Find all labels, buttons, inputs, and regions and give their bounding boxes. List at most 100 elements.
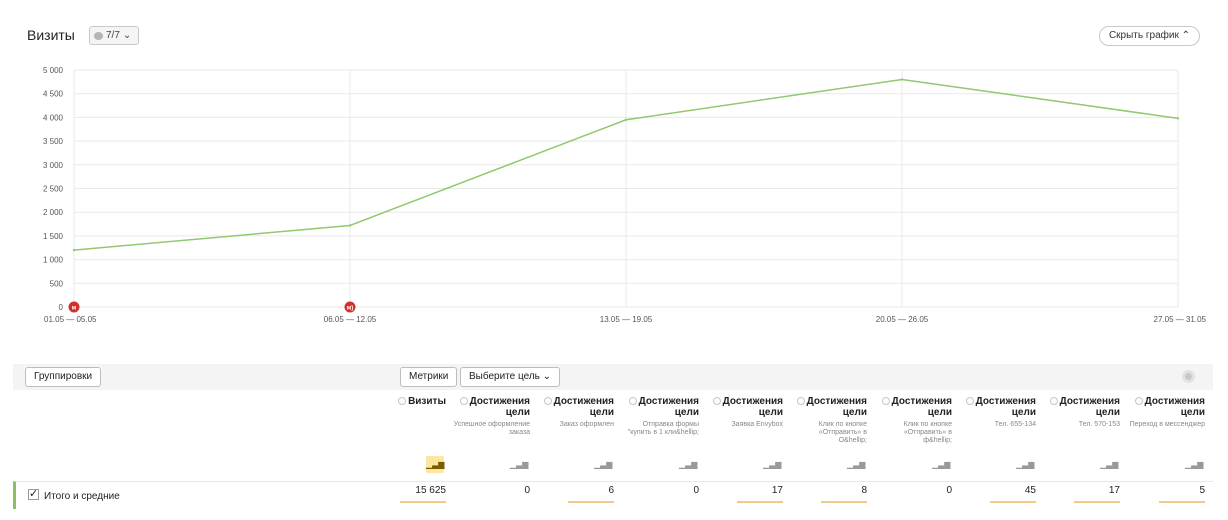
help-icon[interactable] (796, 397, 805, 405)
y-tick-label: 500 (50, 279, 64, 288)
column-header[interactable]: Достижения цели Успешное оформление заказ… (452, 396, 530, 437)
help-icon[interactable] (459, 397, 468, 405)
column-subtitle: Переход в мессенджер (1129, 421, 1205, 428)
y-tick-label: 2 000 (43, 208, 64, 217)
column-header[interactable]: Визиты (368, 396, 446, 407)
total-value: 45 (1024, 485, 1036, 496)
x-tick-label: 20.05 — 26.05 (876, 315, 929, 324)
column-subtitle: Тел. 655-134 (994, 421, 1036, 428)
total-value: 17 (1108, 485, 1120, 496)
column-header[interactable]: Достижения цели Клик по кнопке «Отправить… (874, 396, 952, 445)
help-icon[interactable] (712, 397, 721, 405)
chevron-down-icon: ⌄ (542, 371, 552, 382)
hide-chart-label: Скрыть график (1108, 30, 1179, 41)
value-bar (568, 501, 614, 503)
column-header[interactable]: Достижения цели Заявка Envybox (705, 396, 783, 429)
total-value: 0 (524, 485, 530, 496)
x-tick-label: 06.05 — 12.05 (324, 315, 377, 324)
column-title: Достижения цели (621, 396, 699, 418)
hide-chart-button[interactable]: Скрыть график ⌃ (1098, 26, 1200, 46)
y-tick-label: 3 000 (43, 161, 64, 170)
annotation-marker-label: м) (347, 306, 353, 312)
column-header[interactable]: Достижения цели Заказ оформлен (536, 396, 614, 429)
choose-goal-label: Выберите цель (469, 371, 540, 382)
total-value: 6 (608, 485, 614, 496)
value-bar (737, 501, 783, 503)
help-icon[interactable] (965, 397, 974, 405)
help-icon[interactable] (1049, 397, 1058, 405)
x-tick-label: 27.05 — 31.05 (1154, 315, 1207, 324)
column-subtitle: Тел. 570-153 (1078, 421, 1120, 428)
total-value: 15 625 (415, 485, 446, 496)
column-header[interactable]: Достижения цели Тел. 570-153 (1042, 396, 1120, 429)
total-value: 17 (771, 485, 783, 496)
chart-toggle-icon[interactable]: ▁▃▆ (679, 456, 697, 473)
visits-line-chart: 0 500 1 000 1 500 2 000 2 500 3 000 3 500 4 000 4… (43, 66, 1207, 324)
y-tick-label: 1 000 (43, 256, 64, 265)
column-subtitle: Заявка Envybox (731, 421, 783, 428)
annotations-button[interactable]: 7/7 ⌄ (89, 26, 139, 45)
chart-toggle-icon[interactable]: ▁▃▆ (426, 456, 444, 473)
column-title: Достижения цели (1042, 396, 1120, 418)
chart-toggle-icon[interactable]: ▁▃▆ (1185, 456, 1203, 473)
y-tick-label: 1 500 (43, 232, 64, 241)
annotation-marker-label: м (72, 306, 77, 312)
data-point (624, 118, 628, 121)
chevron-up-icon: ⌃ (1181, 30, 1190, 41)
column-title: Достижения цели (536, 396, 614, 418)
chart-toggle-icon[interactable]: ▁▃▆ (763, 456, 781, 473)
column-subtitle: Клик по кнопке «Отправить» в О&hellip; (818, 421, 867, 444)
groupings-button[interactable]: Группировки (25, 367, 102, 387)
chart-toggle-icon[interactable]: ▁▃▆ (594, 456, 612, 473)
x-tick-label: 01.05 — 05.05 (44, 315, 97, 324)
chart-toggle-icon[interactable]: ▁▃▆ (1016, 456, 1034, 473)
y-tick-label: 2 500 (43, 185, 64, 194)
column-subtitle: Отправка формы "купить в 1 кли&hellip; (627, 421, 699, 436)
help-icon[interactable] (543, 397, 552, 405)
column-title: Достижения цели (1127, 396, 1205, 418)
comment-icon (94, 31, 103, 40)
column-header[interactable]: Достижения цели Переход в мессенджер (1127, 396, 1205, 429)
chart-toggle-icon[interactable]: ▁▃▆ (510, 456, 528, 473)
gear-icon[interactable] (1182, 370, 1195, 383)
chart-toggle-icon[interactable]: ▁▃▆ (847, 456, 865, 473)
value-bar (1074, 501, 1120, 503)
value-bar (1159, 501, 1205, 503)
total-value: 0 (693, 485, 699, 496)
column-subtitle: Клик по кнопке «Отправить» в ф&hellip; (903, 421, 952, 444)
column-title: Достижения цели (874, 396, 952, 418)
column-header[interactable]: Достижения цели Отправка формы "купить в … (621, 396, 699, 437)
y-tick-label: 0 (59, 303, 64, 312)
total-value: 0 (946, 485, 952, 496)
help-icon[interactable] (628, 397, 637, 405)
x-tick-label: 13.05 — 19.05 (600, 315, 653, 324)
report-table: Группировки Метрики Выберите цель ⌄ Визи… (0, 360, 1228, 520)
total-value: 8 (861, 485, 867, 496)
column-title: Достижения цели (789, 396, 867, 418)
help-icon[interactable] (881, 397, 890, 405)
column-title: Достижения цели (452, 396, 530, 418)
column-title: Достижения цели (958, 396, 1036, 418)
value-bar (990, 501, 1036, 503)
help-icon[interactable] (1134, 397, 1143, 405)
totals-checkbox[interactable]: ✓ (28, 489, 39, 500)
data-point (72, 248, 76, 252)
column-subtitle: Заказ оформлен (559, 421, 614, 428)
metrics-button[interactable]: Метрики (400, 367, 458, 387)
column-header[interactable]: Достижения цели Клик по кнопке «Отправить… (789, 396, 867, 445)
choose-goal-button[interactable]: Выберите цель ⌄ (460, 367, 561, 387)
column-header[interactable]: Достижения цели Тел. 655-134 (958, 396, 1036, 429)
y-tick-label: 4 500 (43, 90, 64, 99)
total-value: 5 (1199, 485, 1205, 496)
totals-label: Итого и средние (44, 491, 120, 502)
page-title: Визиты (27, 27, 75, 43)
column-subtitle: Успешное оформление заказа (453, 421, 530, 436)
column-title: Достижения цели (705, 396, 783, 418)
annotations-count: 7/7 (106, 30, 120, 41)
chart-toggle-icon[interactable]: ▁▃▆ (1100, 456, 1118, 473)
data-point (1176, 117, 1180, 120)
y-tick-label: 5 000 (43, 66, 64, 75)
help-icon[interactable] (398, 397, 407, 405)
chart-toggle-icon[interactable]: ▁▃▆ (932, 456, 950, 473)
y-tick-label: 3 500 (43, 137, 64, 146)
